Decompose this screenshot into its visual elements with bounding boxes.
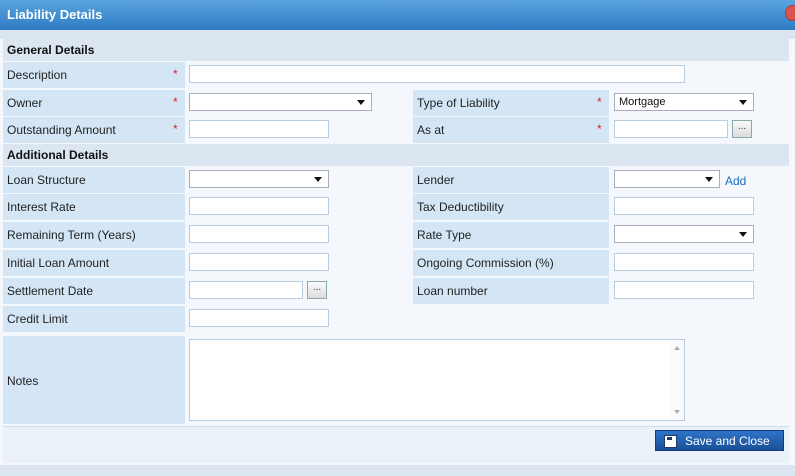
owner-label-cell: Owner *: [3, 90, 185, 116]
settlement-date-label: Settlement Date: [7, 284, 94, 298]
chevron-down-icon: [739, 100, 747, 105]
lender-label-cell: Lender: [413, 167, 609, 193]
chevron-down-icon: [357, 100, 365, 105]
section-additional-details: Additional Details: [3, 144, 789, 166]
owner-select[interactable]: [189, 93, 372, 111]
liability-dialog: Liability Details General Details Descri…: [0, 0, 795, 476]
rate-type-select[interactable]: [614, 225, 754, 243]
settlement-date-picker-button[interactable]: ...: [307, 281, 327, 299]
section-general-details: General Details: [3, 39, 789, 61]
scroll-down-icon[interactable]: [674, 410, 680, 414]
title-subbar: [0, 30, 795, 39]
loan-number-label-cell: Loan number: [413, 278, 609, 304]
type-of-liability-select[interactable]: Mortgage: [614, 93, 754, 111]
chevron-down-icon: [739, 232, 747, 237]
type-of-liability-label: Type of Liability: [417, 96, 500, 110]
notes-label-cell: Notes: [3, 336, 185, 424]
close-icon[interactable]: [785, 5, 795, 21]
as-at-label: As at: [417, 123, 445, 137]
settlement-date-input[interactable]: [189, 281, 303, 299]
dialog-titlebar: Liability Details: [0, 0, 795, 30]
scroll-up-icon[interactable]: [674, 346, 680, 350]
ongoing-commission-label-cell: Ongoing Commission (%): [413, 250, 609, 276]
interest-rate-label: Interest Rate: [7, 200, 76, 214]
notes-scrollbar[interactable]: [670, 340, 684, 420]
lender-label: Lender: [417, 173, 455, 187]
outstanding-amount-label-cell: Outstanding Amount *: [3, 117, 185, 143]
add-lender-link[interactable]: Add: [725, 174, 746, 188]
as-at-date-picker-button[interactable]: ...: [732, 120, 752, 138]
outstanding-amount-input[interactable]: [189, 120, 329, 138]
notes-label: Notes: [7, 374, 39, 388]
initial-loan-amount-input[interactable]: [189, 253, 329, 271]
chevron-down-icon: [314, 177, 322, 182]
dialog-title: Liability Details: [7, 7, 103, 22]
tax-deductibility-input[interactable]: [614, 197, 754, 215]
tax-deductibility-label: Tax Deductibility: [417, 200, 504, 214]
type-of-liability-value: Mortgage: [619, 96, 666, 108]
ongoing-commission-input[interactable]: [614, 253, 754, 271]
loan-number-input[interactable]: [614, 281, 754, 299]
initial-loan-amount-label: Initial Loan Amount: [7, 256, 110, 270]
section-title: General Details: [7, 43, 95, 57]
as-at-label-cell: As at *: [413, 117, 609, 143]
chevron-down-icon: [705, 177, 713, 182]
required-marker: *: [597, 95, 602, 109]
notes-textarea[interactable]: [189, 339, 685, 421]
rate-type-label-cell: Rate Type: [413, 222, 609, 248]
required-marker: *: [173, 67, 178, 81]
credit-limit-input[interactable]: [189, 309, 329, 327]
description-input[interactable]: [189, 65, 685, 83]
loan-structure-label: Loan Structure: [7, 173, 86, 187]
tax-deductibility-label-cell: Tax Deductibility: [413, 194, 609, 220]
as-at-date-input[interactable]: [614, 120, 728, 138]
required-marker: *: [173, 95, 178, 109]
description-label: Description: [7, 68, 68, 82]
save-and-close-label: Save and Close: [685, 434, 770, 448]
rate-type-label: Rate Type: [417, 228, 472, 242]
interest-rate-input[interactable]: [189, 197, 329, 215]
required-marker: *: [173, 122, 178, 136]
loan-structure-label-cell: Loan Structure: [3, 167, 185, 193]
remaining-term-label-cell: Remaining Term (Years): [3, 222, 185, 248]
description-label-cell: Description *: [3, 62, 185, 88]
outstanding-amount-label: Outstanding Amount: [7, 123, 116, 137]
remaining-term-label: Remaining Term (Years): [7, 228, 136, 242]
section-title: Additional Details: [7, 148, 109, 162]
owner-label: Owner: [7, 96, 43, 110]
settlement-date-label-cell: Settlement Date: [3, 278, 185, 304]
credit-limit-label: Credit Limit: [7, 312, 68, 326]
lender-select[interactable]: [614, 170, 720, 188]
save-and-close-button[interactable]: Save and Close: [655, 430, 784, 451]
dialog-bottom-edge: [0, 465, 795, 476]
ongoing-commission-label: Ongoing Commission (%): [417, 256, 554, 270]
required-marker: *: [597, 122, 602, 136]
loan-structure-select[interactable]: [189, 170, 329, 188]
interest-rate-label-cell: Interest Rate: [3, 194, 185, 220]
save-disk-icon: [664, 435, 677, 448]
credit-limit-label-cell: Credit Limit: [3, 306, 185, 332]
loan-number-label: Loan number: [417, 284, 488, 298]
remaining-term-input[interactable]: [189, 225, 329, 243]
type-of-liability-label-cell: Type of Liability *: [413, 90, 609, 116]
initial-loan-amount-label-cell: Initial Loan Amount: [3, 250, 185, 276]
